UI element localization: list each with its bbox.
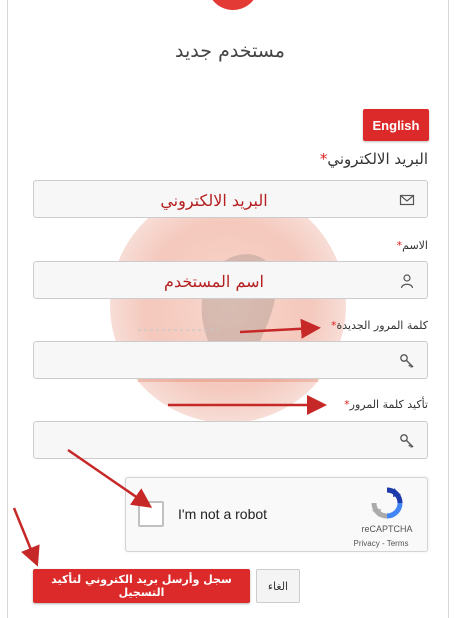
confirm-password-field[interactable]	[33, 421, 428, 459]
recaptcha-logo-icon	[371, 487, 403, 519]
envelope-icon	[399, 194, 415, 206]
watermark-logo	[110, 187, 346, 423]
logo-icon	[212, 0, 254, 10]
recaptcha-label: I'm not a robot	[178, 506, 268, 522]
email-label-text: البريد الالكتروني	[327, 150, 428, 168]
arrow-to-submit	[12, 507, 40, 567]
email-label: البريد الالكتروني*	[250, 150, 428, 168]
name-label-text: الاسم	[402, 239, 428, 252]
recaptcha-privacy-terms[interactable]: Privacy - Terms	[336, 539, 426, 548]
page-title: مستخدم جديد	[175, 40, 285, 62]
confirm-password-label: تأكيد كلمة المرور*	[230, 398, 428, 411]
new-password-label-text: كلمة المرور الجديدة	[336, 319, 428, 332]
recaptcha-checkbox[interactable]	[138, 501, 164, 527]
new-password-label: كلمة المرور الجديدة*	[230, 319, 428, 332]
submit-register-button[interactable]: سجل وأرسل بريد الكتروني لتأكيد التسجيل	[33, 569, 250, 603]
new-password-field[interactable]	[33, 341, 428, 379]
name-input[interactable]	[42, 265, 386, 297]
email-field[interactable]	[33, 180, 428, 218]
confirm-password-label-text: تأكيد كلمة المرور	[349, 398, 428, 411]
name-label: الاسم*	[250, 239, 428, 252]
email-input[interactable]	[42, 184, 386, 216]
confirm-password-input[interactable]	[42, 425, 386, 457]
key-icon	[400, 354, 414, 368]
frame-left-border	[7, 0, 8, 618]
key-icon	[400, 434, 414, 448]
name-field[interactable]	[33, 261, 428, 299]
new-password-input[interactable]	[42, 345, 386, 377]
recaptcha-widget: I'm not a robot reCAPTCHA Privacy - Term…	[125, 477, 428, 552]
cancel-button[interactable]: الغاء	[256, 569, 300, 603]
frame-right-border	[448, 0, 449, 618]
user-icon	[400, 274, 414, 289]
language-button[interactable]: English	[363, 109, 429, 141]
recaptcha-brand: reCAPTCHA	[361, 524, 413, 534]
